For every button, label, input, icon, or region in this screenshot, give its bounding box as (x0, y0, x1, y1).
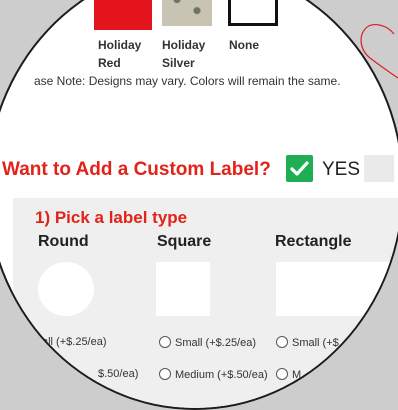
size-option-rect-small[interactable]: Small (+$ (276, 336, 339, 349)
size-label: Small (+$.25/ea) (175, 337, 257, 349)
size-option-round-medium[interactable]: $.50/ea) (98, 368, 138, 380)
design-swatch-holiday-silver[interactable] (162, 0, 212, 26)
size-option-square-small[interactable]: Small (+$.25/ea) (159, 336, 256, 349)
yes-label: YES (322, 159, 361, 180)
square-shape-preview[interactable] (156, 262, 210, 316)
label-type-round: Round (38, 233, 89, 250)
rectangle-shape-preview[interactable] (276, 262, 398, 316)
design-option-line2: Red (98, 56, 121, 70)
size-label: $.50/ea) (98, 368, 139, 380)
size-option-square-medium[interactable]: Medium (+$.50/ea) (159, 368, 268, 381)
design-option-label-silver: Holiday Silver (162, 36, 205, 72)
design-swatch-holiday-red[interactable] (94, 0, 152, 30)
radio-icon[interactable] (276, 336, 288, 348)
radio-icon[interactable] (276, 368, 288, 380)
label-type-square: Square (157, 233, 212, 250)
product-options-area: Holiday Red Holiday Silver None ase Note… (2, 0, 398, 408)
round-shape-preview[interactable] (38, 262, 94, 316)
design-option-line1: Holiday (98, 38, 142, 52)
design-option-label-none: None (229, 36, 259, 54)
custom-label-question: Want to Add a Custom Label? (2, 159, 271, 180)
design-note: ase Note: Designs may vary. Colors will … (34, 74, 341, 88)
size-option-round-small[interactable]: all (+$.25/ea) (42, 336, 107, 348)
size-label: M (292, 369, 302, 381)
size-label: Medium (+$.50/ea) (175, 369, 268, 381)
size-label: all (+$.25/ea) (42, 336, 107, 348)
radio-icon[interactable] (159, 368, 171, 380)
magnifier-lens: Holiday Red Holiday Silver None ase Note… (0, 0, 398, 410)
design-option-line1: Holiday (162, 38, 206, 52)
design-swatch-none[interactable] (228, 0, 278, 26)
radio-icon[interactable] (159, 336, 171, 348)
checkmark-icon (290, 161, 309, 176)
design-option-line2: Silver (162, 56, 195, 70)
design-option-line1: None (229, 38, 259, 52)
size-option-rect-medium[interactable]: M (276, 368, 301, 381)
label-type-rectangle: Rectangle (275, 233, 352, 250)
label-type-heading: 1) Pick a label type (35, 208, 188, 227)
design-option-label-red: Holiday Red (98, 36, 141, 72)
size-label: Small (+$ (292, 337, 339, 349)
no-checkbox[interactable] (364, 155, 394, 182)
yes-checkbox[interactable] (286, 155, 313, 182)
